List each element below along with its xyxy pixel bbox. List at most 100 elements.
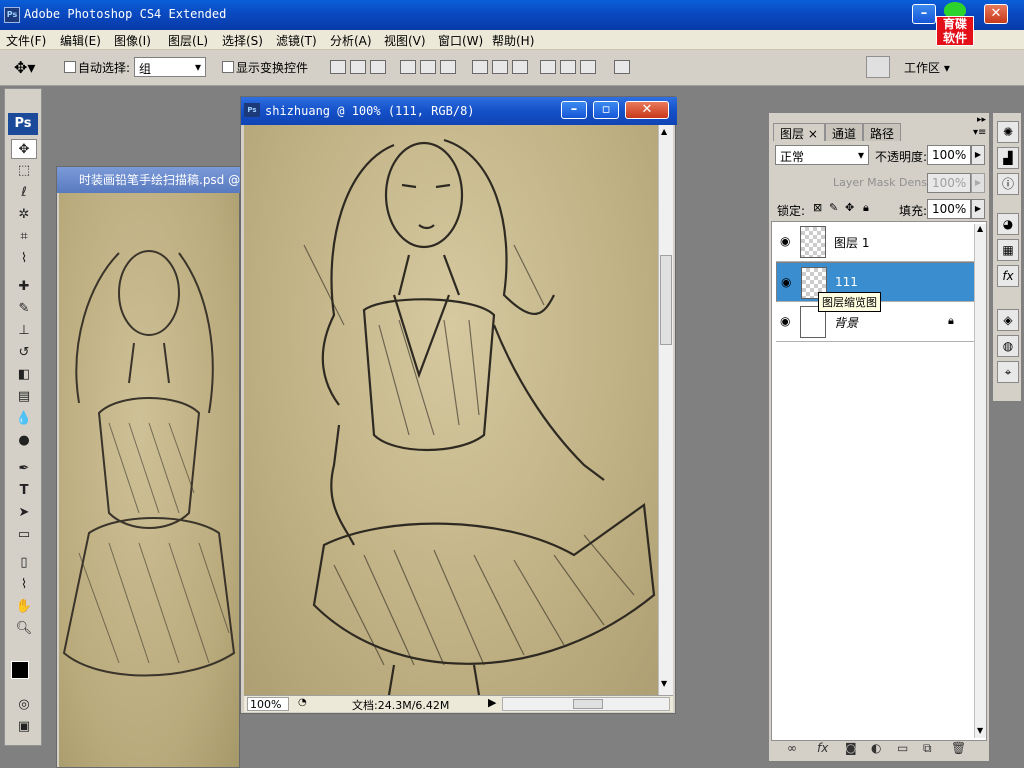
crop-icon[interactable]: ⌗ — [11, 227, 37, 247]
auto-select-checkbox[interactable] — [64, 61, 76, 73]
eye-icon[interactable]: ◉ — [780, 314, 790, 328]
styles-icon[interactable]: fx — [997, 265, 1019, 287]
distribute-right-icon[interactable] — [580, 60, 596, 74]
panel-collapse-icon[interactable]: ▸▸ — [977, 115, 986, 125]
opacity-slider-icon[interactable]: ▶ — [971, 145, 985, 165]
vertical-scrollbar[interactable]: ▲ ▼ — [658, 125, 673, 695]
hand-icon[interactable]: ✋ — [11, 597, 37, 617]
status-info-icon[interactable]: ◔ — [298, 697, 307, 708]
menu-layer[interactable]: 图层(L) — [168, 32, 208, 49]
eraser-icon[interactable]: ◧ — [11, 365, 37, 385]
lock-position-icon[interactable]: ✥ — [845, 201, 854, 214]
auto-align-icon[interactable] — [614, 60, 630, 74]
path-select-icon[interactable]: ➤ — [11, 503, 37, 523]
navigator-icon[interactable]: ✺ — [997, 121, 1019, 143]
workspace-switcher[interactable]: 工作区 ▾ — [904, 59, 950, 76]
menu-file[interactable]: 文件(F) — [6, 32, 46, 49]
eye-icon[interactable]: ◉ — [781, 275, 791, 289]
scroll-up-icon[interactable]: ▲ — [661, 127, 667, 136]
doc-maximize-button[interactable]: ▫ — [593, 101, 619, 119]
menu-select[interactable]: 选择(S) — [222, 32, 263, 49]
layer-row[interactable]: ◉ 图层 1 — [776, 222, 976, 262]
doc-minimize-button[interactable]: – — [561, 101, 587, 119]
opacity-field[interactable]: 100% — [927, 145, 971, 165]
new-group-icon[interactable]: ▭ — [897, 741, 908, 755]
marquee-icon[interactable]: ⬚ — [11, 161, 37, 181]
pen-icon[interactable]: ✒ — [11, 459, 37, 479]
bridge-icon[interactable] — [866, 56, 890, 78]
foreground-color-swatch[interactable] — [11, 661, 29, 679]
scroll-down-icon[interactable]: ▼ — [661, 679, 667, 688]
align-right-icon[interactable] — [440, 60, 456, 74]
link-layers-icon[interactable]: ∞ — [787, 741, 797, 755]
blur-icon[interactable]: 💧 — [11, 409, 37, 429]
magic-wand-icon[interactable]: ✲ — [11, 205, 37, 225]
lasso-icon[interactable]: ℓ — [11, 183, 37, 203]
minimize-button[interactable]: – — [912, 4, 936, 24]
menu-image[interactable]: 图像(I) — [114, 32, 151, 49]
notes-icon[interactable]: ▯ — [11, 553, 37, 573]
show-transform-checkbox[interactable] — [222, 61, 234, 73]
menu-view[interactable]: 视图(V) — [384, 32, 426, 49]
layer-style-icon[interactable]: fx — [817, 741, 828, 755]
distribute-hcenter-icon[interactable] — [560, 60, 576, 74]
rectangle-shape-icon[interactable]: ▭ — [11, 525, 37, 545]
swatches-icon[interactable]: ▦ — [997, 239, 1019, 261]
distribute-vcenter-icon[interactable] — [492, 60, 508, 74]
close-button[interactable]: ✕ — [984, 4, 1008, 24]
status-menu-icon[interactable]: ▶ — [488, 696, 496, 709]
distribute-bottom-icon[interactable] — [512, 60, 528, 74]
horizontal-scrollbar[interactable] — [502, 697, 670, 711]
h-scroll-thumb[interactable] — [573, 699, 603, 709]
tab-paths[interactable]: 路径 — [863, 123, 902, 141]
quick-mask-icon[interactable]: ◎ — [11, 695, 37, 715]
screen-mode-icon[interactable]: ▣ — [11, 717, 37, 737]
eye-icon[interactable]: ◉ — [780, 234, 790, 248]
history-brush-icon[interactable]: ↺ — [11, 343, 37, 363]
dodge-icon[interactable]: ● — [11, 431, 37, 451]
layer-thumbnail[interactable] — [800, 226, 826, 258]
align-bottom-icon[interactable] — [370, 60, 386, 74]
color-icon[interactable]: ◕ — [997, 213, 1019, 235]
menu-filter[interactable]: 滤镜(T) — [276, 32, 317, 49]
brush-icon[interactable]: ✎ — [11, 299, 37, 319]
tab-layers[interactable]: 图层 × — [773, 123, 825, 141]
eyedropper-icon[interactable]: ⌇ — [11, 249, 37, 269]
align-top-icon[interactable] — [330, 60, 346, 74]
lock-transparency-icon[interactable]: ⊠ — [813, 201, 822, 214]
channels-panel-icon[interactable]: ◍ — [997, 335, 1019, 357]
document-window-front[interactable]: shizhuang @ 100% (111, RGB/8) Ps – ▫ ✕ ▲… — [240, 96, 677, 714]
doc-close-button[interactable]: ✕ — [625, 101, 669, 119]
layers-panel-icon[interactable]: ◈ — [997, 309, 1019, 331]
gradient-icon[interactable]: ▤ — [11, 387, 37, 407]
move-icon[interactable]: ✥ — [11, 139, 37, 159]
menu-edit[interactable]: 编辑(E) — [60, 32, 101, 49]
zoom-icon[interactable]: 🔍︎ — [11, 619, 37, 639]
auto-select-dropdown[interactable]: 组 ▾ — [134, 57, 206, 77]
layers-scroll-up-icon[interactable]: ▲ — [977, 224, 983, 233]
histogram-icon[interactable]: ▟ — [997, 147, 1019, 169]
info-icon[interactable]: ⓘ — [997, 173, 1019, 195]
adjustment-layer-icon[interactable]: ◐ — [871, 741, 881, 755]
clone-stamp-icon[interactable]: ⊥ — [11, 321, 37, 341]
eyedropper-2-icon[interactable]: ⌇ — [11, 575, 37, 595]
document-back-canvas[interactable] — [59, 193, 239, 767]
tab-channels[interactable]: 通道 — [825, 123, 864, 141]
distribute-top-icon[interactable] — [472, 60, 488, 74]
fill-slider-icon[interactable]: ▶ — [971, 199, 985, 219]
document-window-back[interactable]: 时装画铅笔手绘扫描稿.psd @ — [56, 166, 241, 768]
delete-layer-icon[interactable]: 🗑︎ — [951, 741, 966, 755]
fill-field[interactable]: 100% — [927, 199, 971, 219]
align-hcenter-icon[interactable] — [420, 60, 436, 74]
layers-scroll-down-icon[interactable]: ▼ — [977, 726, 983, 735]
layers-scrollbar[interactable]: ▲ ▼ — [974, 224, 986, 738]
panel-menu-icon[interactable]: ▾≡ — [973, 127, 986, 138]
lock-pixels-icon[interactable]: ✎ — [829, 201, 838, 214]
lock-all-icon[interactable]: 🔒︎ — [863, 201, 869, 215]
menu-help[interactable]: 帮助(H) — [492, 32, 534, 49]
blend-mode-dropdown[interactable]: 正常 ▾ — [775, 145, 869, 165]
move-tool-preset-icon[interactable]: ✥▾ — [14, 58, 35, 77]
align-left-icon[interactable] — [400, 60, 416, 74]
healing-brush-icon[interactable]: ✚ — [11, 277, 37, 297]
menu-window[interactable]: 窗口(W) — [438, 32, 483, 49]
